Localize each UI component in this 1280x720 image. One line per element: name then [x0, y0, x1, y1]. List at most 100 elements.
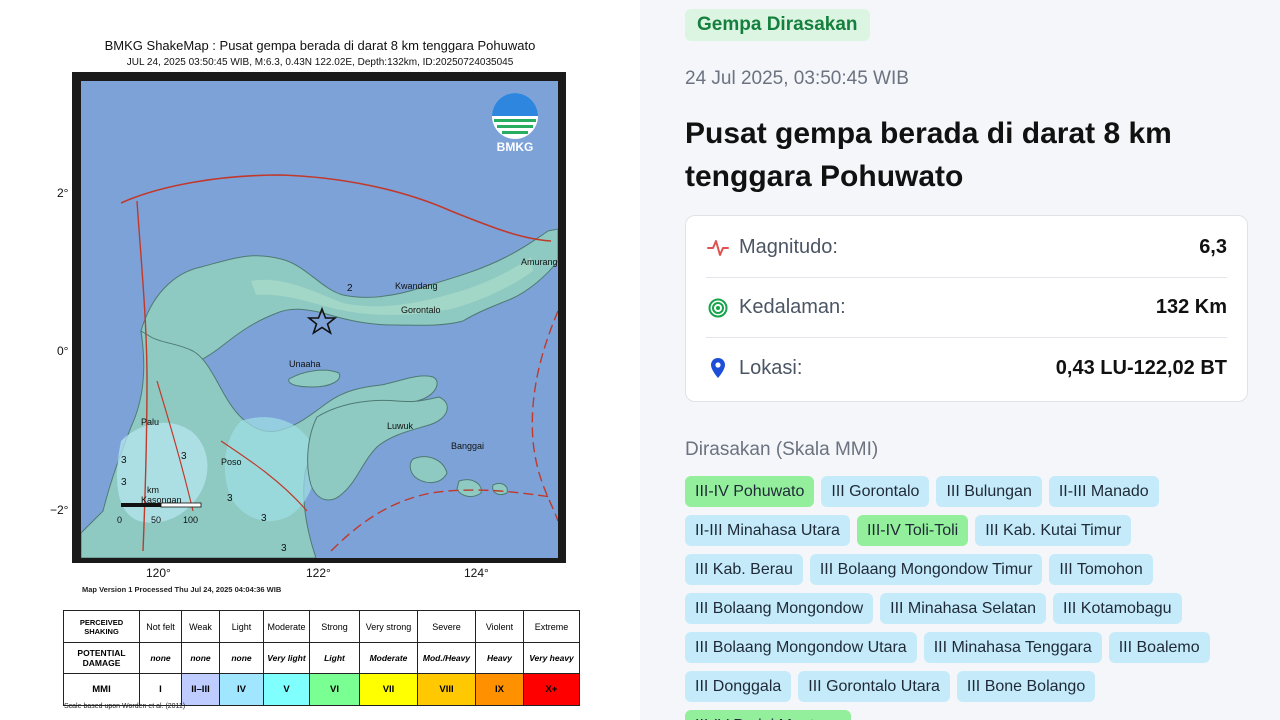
felt-areas-list: III-IV Pohuwato III Gorontalo III Bulung…	[685, 476, 1255, 720]
mmi-cell: VI	[309, 673, 360, 706]
event-details-card: Magnitudo: 6,3 Kedalaman: 132 Km Lokasi:…	[685, 215, 1248, 402]
contour-label: 3	[181, 451, 187, 462]
pulse-icon	[706, 236, 730, 260]
legend-cell: Light	[219, 610, 264, 643]
lon-tick: 122°	[306, 566, 331, 580]
land-islet	[492, 482, 508, 496]
legend-header: POTENTIAL DAMAGE	[63, 642, 140, 674]
felt-area-chip: III Boalemo	[1108, 632, 1210, 663]
target-icon	[706, 296, 730, 320]
place-label: Gorontalo	[401, 305, 441, 315]
place-label: Unaaha	[289, 359, 321, 369]
place-label: Kwandang	[395, 281, 438, 291]
felt-area-chip: III Minahasa Tenggara	[923, 632, 1102, 663]
contour-label: 3	[227, 493, 233, 504]
lat-tick: −2°	[50, 503, 69, 517]
mmi-cell: VIII	[417, 673, 476, 706]
contour-label: 3	[261, 513, 267, 524]
felt-area-chip: III Bolaang Mongondow	[685, 593, 874, 624]
lat-tick: 0°	[57, 344, 69, 358]
place-label: Luwuk	[387, 421, 414, 431]
scale-tick: 50	[151, 515, 161, 525]
felt-area-chip: III Bulungan	[936, 476, 1042, 507]
legend-cell: Violent	[475, 610, 524, 643]
felt-area-chip: III Kab. Kutai Timur	[975, 515, 1132, 546]
mmi-cell: IX	[475, 673, 524, 706]
shakemap-subtitle: JUL 24, 2025 03:50:45 WIB, M:6.3, 0.43N …	[126, 57, 514, 68]
mmi-cell: II–III	[181, 673, 220, 706]
place-label: Banggai	[451, 441, 484, 451]
map-version: Map Version 1 Processed Thu Jul 24, 2025…	[82, 585, 282, 594]
lat-tick: 2°	[57, 186, 69, 200]
magnitude-value: 6,3	[1199, 236, 1227, 258]
legend-row-shaking: PERCEIVED SHAKING Not felt Weak Light Mo…	[63, 610, 580, 643]
felt-area-chip: II-III Minahasa Utara	[685, 515, 850, 546]
location-row: Lokasi: 0,43 LU-122,02 BT	[706, 338, 1227, 398]
felt-area-chip: III Tomohon	[1049, 554, 1153, 585]
felt-area-chip: III Bolaang Mongondow Utara	[685, 632, 917, 663]
legend-cell: Strong	[309, 610, 360, 643]
scale-tick: 0	[117, 515, 122, 525]
shakemap-map: BMKG Kwandang Gorontalo Amurang Unaaha L…	[81, 81, 558, 558]
place-label: Palu	[141, 417, 159, 427]
lon-tick: 124°	[464, 566, 489, 580]
legend-cell: Light	[309, 642, 360, 674]
contour-label: 3	[281, 543, 287, 554]
magnitude-row: Magnitudo: 6,3	[706, 218, 1227, 278]
legend-header: PERCEIVED SHAKING	[63, 610, 140, 643]
bmkg-logo-text: BMKG	[497, 140, 534, 154]
felt-area-chip: II-III Manado	[1048, 476, 1159, 507]
depth-value: 132 Km	[1155, 296, 1227, 318]
contour-label: 3	[121, 477, 127, 488]
felt-area-chip: III Kab. Berau	[685, 554, 803, 585]
event-time: 24 Jul 2025, 03:50:45 WIB	[685, 68, 909, 89]
contour-label: 3	[121, 455, 127, 466]
mmi-legend-table: PERCEIVED SHAKING Not felt Weak Light Mo…	[63, 610, 580, 706]
mmi-cell: X+	[523, 673, 580, 706]
felt-area-chip: III-IV Parigi Moutong	[685, 710, 851, 720]
lon-tick: 120°	[146, 566, 171, 580]
felt-badge: Gempa Dirasakan	[685, 9, 870, 41]
mmi-cell: VII	[359, 673, 418, 706]
place-label: Poso	[221, 457, 242, 467]
earthquake-info-panel: Gempa Dirasakan 24 Jul 2025, 03:50:45 WI…	[640, 0, 1280, 720]
legend-cell: Weak	[181, 610, 220, 643]
contour-label: 2	[347, 283, 353, 294]
legend-header: MMI	[63, 673, 140, 706]
mmi-cell: IV	[219, 673, 264, 706]
legend-cell: Severe	[417, 610, 476, 643]
shakemap-image: BMKG ShakeMap : Pusat gempa berada di da…	[0, 0, 640, 720]
legend-cell: Not felt	[139, 610, 182, 643]
legend-cell: none	[139, 642, 182, 674]
location-value: 0,43 LU-122,02 BT	[1055, 356, 1227, 379]
legend-cell: Very light	[263, 642, 310, 674]
bmkg-logo: BMKG	[492, 93, 538, 154]
legend-row-mmi: MMI I II–III IV V VI VII VIII IX X+	[63, 673, 580, 706]
location-label: Lokasi:	[739, 356, 803, 379]
mmi-cell: I	[139, 673, 182, 706]
felt-area-chip: III Minahasa Selatan	[880, 593, 1046, 624]
legend-cell: none	[181, 642, 220, 674]
legend-cell: Moderate	[359, 642, 418, 674]
felt-area-chip: III Bolaang Mongondow Timur	[809, 554, 1043, 585]
felt-areas-heading: Dirasakan (Skala MMI)	[685, 439, 879, 460]
event-title: Pusat gempa berada di darat 8 km tenggar…	[685, 117, 1172, 193]
magnitude-label: Magnitudo:	[739, 236, 838, 258]
legend-cell: none	[219, 642, 264, 674]
felt-area-chip: III Kotamobagu	[1053, 593, 1182, 624]
felt-area-chip: III-IV Toli-Toli	[856, 515, 969, 546]
scale-unit: km	[147, 485, 159, 495]
felt-area-chip: III Gorontalo	[821, 476, 930, 507]
scale-tick: 100	[183, 515, 198, 525]
legend-cell: Moderate	[263, 610, 310, 643]
legend-row-damage: POTENTIAL DAMAGE none none none Very lig…	[63, 642, 580, 674]
legend-cell: Extreme	[523, 610, 580, 643]
mmi-cell: V	[263, 673, 310, 706]
map-pin-icon	[706, 356, 730, 380]
legend-cell: Very strong	[359, 610, 418, 643]
legend-cell: Heavy	[475, 642, 524, 674]
legend-cell: Mod./Heavy	[417, 642, 476, 674]
legend-cell: Very heavy	[523, 642, 580, 674]
felt-area-chip: III-IV Pohuwato	[685, 476, 815, 507]
scale-note: Scale based upon Worden et al. (2011)	[64, 703, 186, 710]
